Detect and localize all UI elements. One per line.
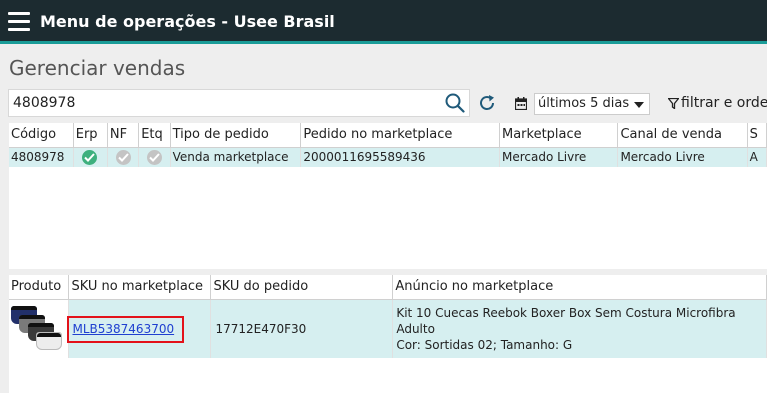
check-icon [81, 150, 97, 166]
search-box [8, 89, 470, 117]
erp-status [73, 147, 108, 167]
calendar-icon [515, 97, 527, 110]
top-bar: Menu de operações - Usee Brasil [0, 0, 767, 44]
column-header-sku-pedido[interactable]: SKU do pedido [210, 275, 394, 300]
check-icon [115, 150, 131, 166]
search-input[interactable] [9, 90, 439, 116]
filter-sort-label: filtrar e orde [681, 95, 767, 111]
check-icon [147, 150, 163, 166]
etq-status [138, 147, 171, 167]
app-title: Menu de operações - Usee Brasil [40, 12, 335, 31]
order-type: Venda marketplace [170, 147, 302, 167]
orders-table: Código Erp NF Etq Tipo de pedido Pedido … [9, 123, 767, 167]
orders-header-row: Código Erp NF Etq Tipo de pedido Pedido … [9, 123, 767, 148]
orders-table-panel: Código Erp NF Etq Tipo de pedido Pedido … [9, 123, 767, 269]
table-row[interactable]: 4808978 Venda marketplace 20000116955894… [9, 147, 767, 167]
search-icon[interactable] [445, 93, 465, 113]
highlight-box [67, 316, 184, 343]
items-header-row: Produto SKU no marketplace SKU do pedido… [9, 275, 767, 300]
listing-title: Kit 10 Cuecas Reebok Boxer Box Sem Costu… [396, 305, 736, 336]
column-header-codigo[interactable]: Código [9, 123, 74, 148]
column-header-marketplace[interactable]: Marketplace [499, 123, 619, 148]
listing-variation: Cor: Sortidas 02; Tamanho: G [396, 337, 573, 352]
order-code: 4808978 [9, 147, 74, 167]
column-header-nf[interactable]: NF [107, 123, 140, 148]
marketplace-order-id: 2000011695589436 [300, 147, 500, 167]
column-header-erp[interactable]: Erp [73, 123, 108, 148]
period-select-value: últimos 5 dias [538, 96, 630, 111]
hamburger-menu-icon[interactable] [8, 12, 30, 32]
sales-channel: Mercado Livre [617, 147, 748, 167]
column-header-canal-venda[interactable]: Canal de venda [617, 123, 748, 148]
column-header-etq[interactable]: Etq [138, 123, 171, 148]
page-title: Gerenciar vendas [9, 56, 186, 80]
listing-cell: Kit 10 Cuecas Reebok Boxer Box Sem Costu… [392, 299, 767, 358]
product-image-cell [9, 299, 70, 358]
product-image[interactable] [9, 300, 66, 358]
chevron-down-icon [634, 102, 644, 108]
extra-cell: A [747, 147, 767, 167]
period-select[interactable]: últimos 5 dias [534, 93, 650, 115]
nf-status [107, 147, 140, 167]
column-header-sku-marketplace[interactable]: SKU no marketplace [68, 275, 212, 300]
refresh-icon[interactable] [478, 94, 496, 112]
column-header-produto[interactable]: Produto [9, 275, 70, 300]
column-header-anuncio[interactable]: Anúncio no marketplace [392, 275, 767, 300]
column-header-tipo-pedido[interactable]: Tipo de pedido [170, 123, 302, 148]
sku-pedido: 17712E470F30 [210, 299, 394, 358]
filter-icon [668, 98, 679, 109]
marketplace-name: Mercado Livre [499, 147, 619, 167]
column-header-extra[interactable]: S [747, 123, 767, 148]
column-header-pedido-marketplace[interactable]: Pedido no marketplace [300, 123, 500, 148]
